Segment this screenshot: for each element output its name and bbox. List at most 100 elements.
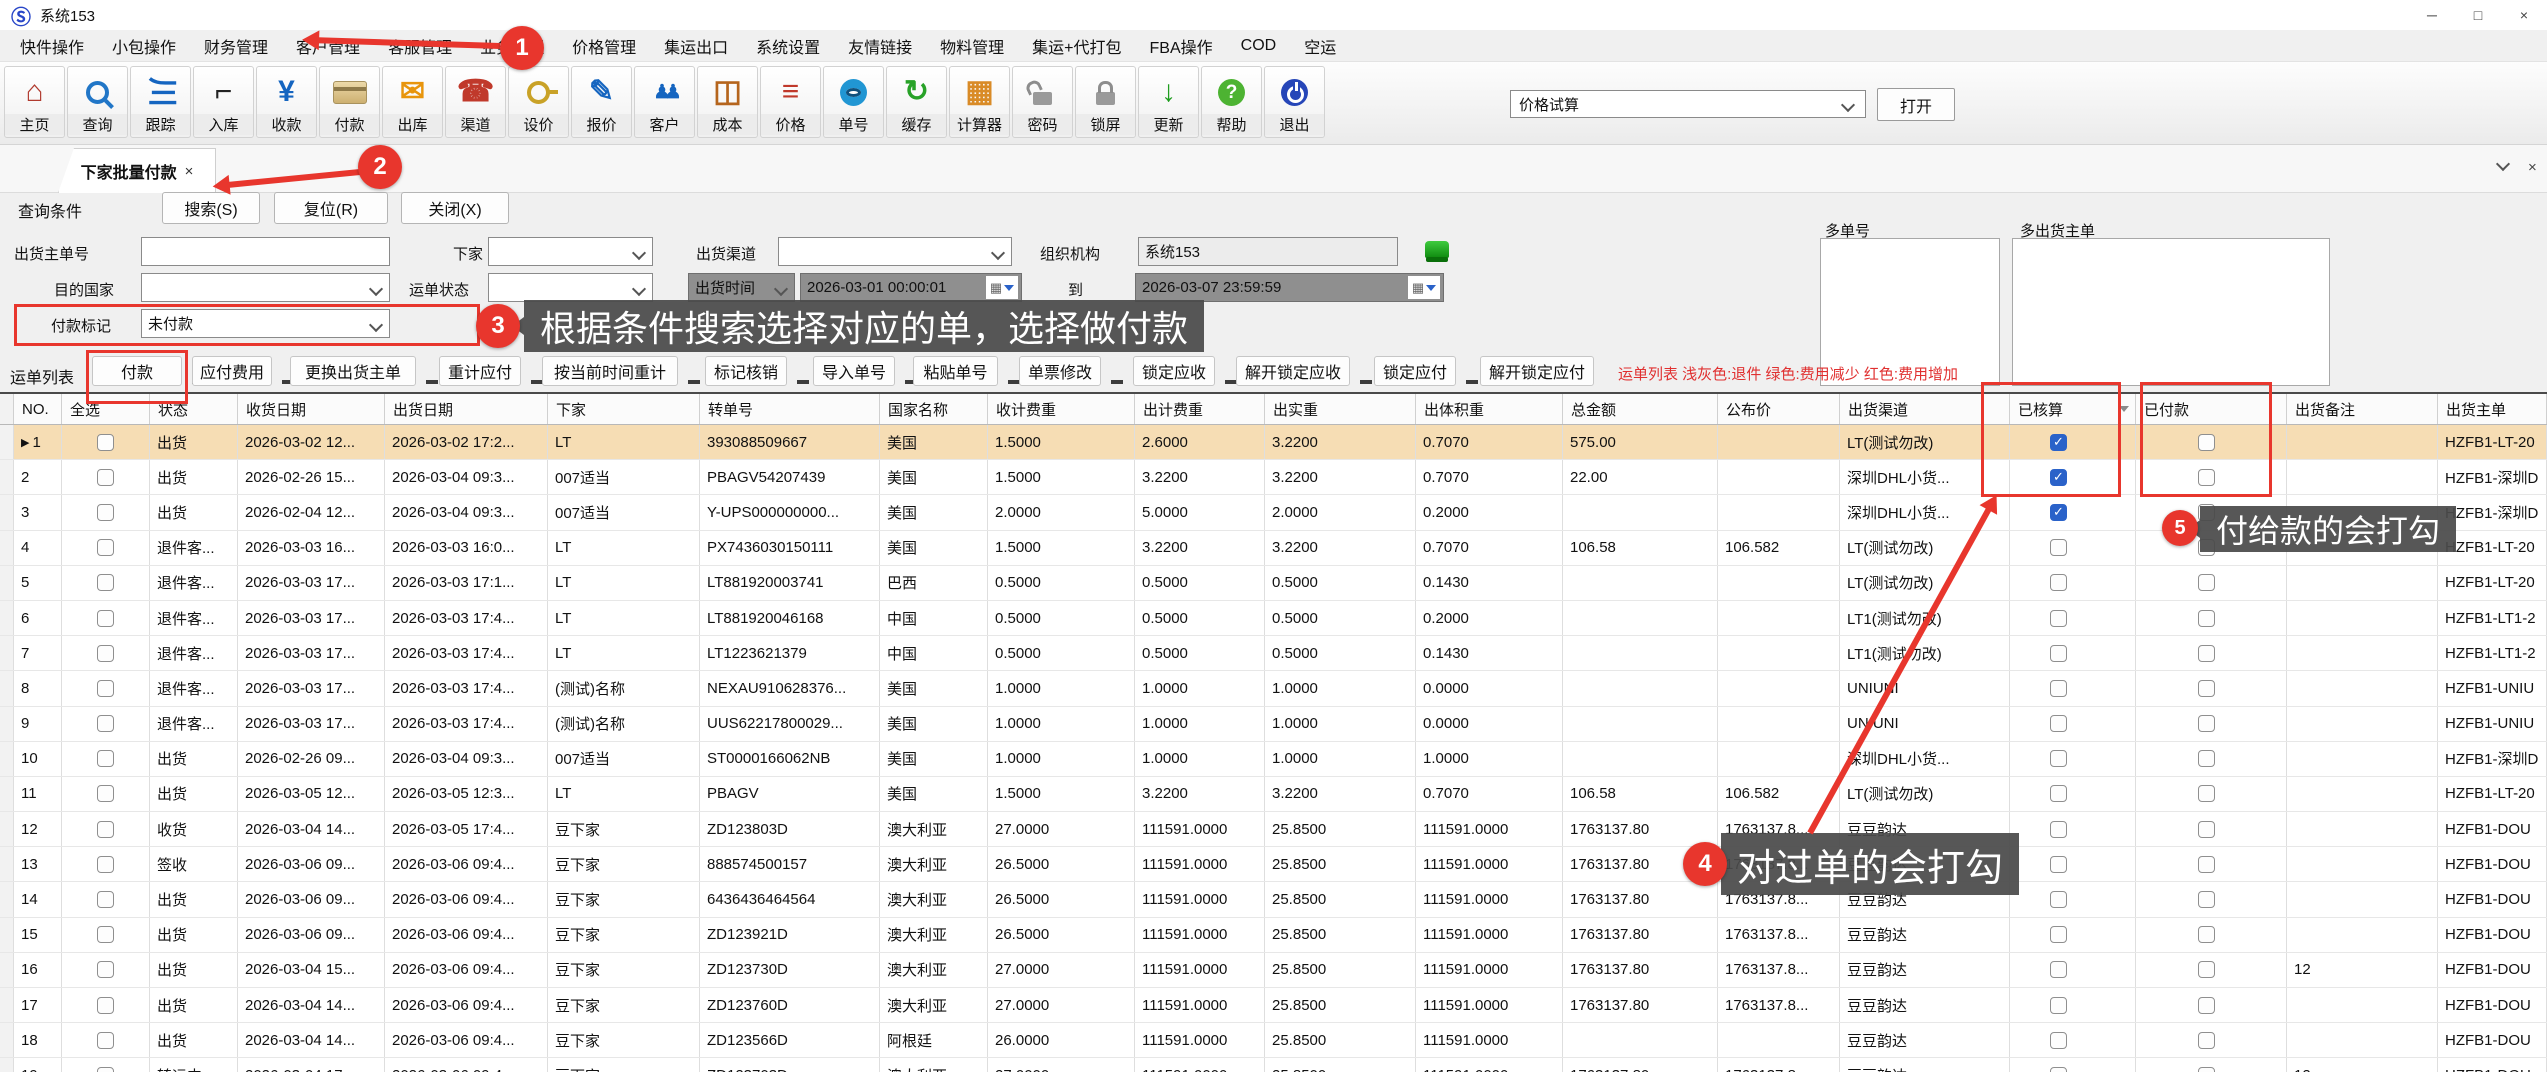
column-header-出体积重[interactable]: 出体积重 [1416,394,1563,424]
cell-已核算[interactable] [2010,671,2136,705]
cell-全选[interactable] [62,707,150,741]
table-row[interactable]: 10出货2026-02-26 09...2026-03-04 09:3...00… [0,742,2547,777]
select-checkbox[interactable] [97,821,114,838]
menu-item-3[interactable]: 财务管理 [204,34,268,58]
toolbar-查询-button[interactable]: 查询 [67,66,128,138]
menu-item-7[interactable]: 价格管理 [572,34,636,58]
settled-checkbox[interactable] [2050,785,2067,802]
cell-全选[interactable] [62,988,150,1022]
cell-全选[interactable] [62,636,150,670]
toolbar-退出-button[interactable]: 退出 [1264,66,1325,138]
select-checkbox[interactable] [97,680,114,697]
cell-全选[interactable] [62,495,150,529]
cell-已付款[interactable] [2136,566,2287,600]
column-header-出货主单[interactable]: 出货主单 [2438,394,2547,424]
menu-item-11[interactable]: 物料管理 [940,34,1004,58]
select-checkbox[interactable] [97,715,114,732]
cell-全选[interactable] [62,953,150,987]
paid-checkbox[interactable] [2198,997,2215,1014]
action-解开锁定应收-button[interactable]: 解开锁定应收 [1236,356,1350,386]
cell-已付款[interactable] [2136,953,2287,987]
paid-checkbox[interactable] [2198,785,2215,802]
toolbar-价格-button[interactable]: ≡价格 [760,66,821,138]
column-header-出实重[interactable]: 出实重 [1265,394,1416,424]
select-checkbox[interactable] [97,750,114,767]
cell-已核算[interactable] [2010,953,2136,987]
cell-已付款[interactable] [2136,1058,2287,1072]
tab-batch-downstream-payment[interactable]: 下家批量付款 × [58,148,216,193]
select-checkbox[interactable] [97,997,114,1014]
master-no-input[interactable] [141,237,390,266]
cell-已付款[interactable] [2136,707,2287,741]
toolbar-设价-button[interactable]: 设价 [508,66,569,138]
action-解开锁定应付-button[interactable]: 解开锁定应付 [1480,356,1594,386]
organization-select-icon[interactable] [1425,241,1449,258]
waybill-status-combobox[interactable] [488,273,653,302]
cell-已付款[interactable] [2136,1023,2287,1057]
cell-全选[interactable] [62,671,150,705]
table-row[interactable]: 7退件客...2026-03-03 17...2026-03-03 17:4..… [0,636,2547,671]
cell-已付款[interactable] [2136,988,2287,1022]
toolbar-付款-button[interactable]: 付款 [319,66,380,138]
toolbar-客户-button[interactable]: ♟♟客户 [634,66,695,138]
cell-已核算[interactable] [2010,566,2136,600]
calendar-picker-icon[interactable]: ▦ [986,276,1018,299]
select-checkbox[interactable] [97,610,114,627]
cell-已核算[interactable] [2010,707,2136,741]
cell-已付款[interactable] [2136,671,2287,705]
settled-checkbox[interactable] [2050,1067,2067,1072]
tab-close-icon[interactable]: × [185,163,194,180]
downstream-combobox[interactable] [488,237,653,266]
table-row[interactable]: 12收货2026-03-04 14...2026-03-05 17:4...豆下… [0,812,2547,847]
cell-已核算[interactable] [2010,847,2136,881]
channel-combobox[interactable] [778,237,1012,266]
select-checkbox[interactable] [97,1032,114,1049]
menu-item-13[interactable]: FBA操作 [1150,34,1213,58]
close-button[interactable]: × [2501,0,2547,30]
date-from-input[interactable]: 2026-03-01 00:00:01 ▦ [800,273,1022,302]
column-header-国家名称[interactable]: 国家名称 [880,394,988,424]
paid-checkbox[interactable] [2198,926,2215,943]
close-tab-button[interactable]: 关闭(X) [401,192,509,224]
paid-checkbox[interactable] [2198,1067,2215,1072]
paid-checkbox[interactable] [2198,645,2215,662]
paid-checkbox[interactable] [2198,715,2215,732]
action-粘贴单号-button[interactable]: 粘贴单号 [913,356,998,386]
settled-checkbox[interactable] [2050,504,2067,521]
select-checkbox[interactable] [97,891,114,908]
cell-已核算[interactable] [2010,742,2136,776]
search-button[interactable]: 搜索(S) [162,192,260,224]
toolbar-渠道-button[interactable]: ☎渠道 [445,66,506,138]
minimize-button[interactable]: ─ [2409,0,2455,30]
menu-item-14[interactable]: COD [1241,37,1277,55]
settled-checkbox[interactable] [2050,891,2067,908]
cell-全选[interactable] [62,425,150,459]
table-row[interactable]: 11出货2026-03-05 12...2026-03-05 12:3...LT… [0,777,2547,812]
table-row[interactable]: 9退件客...2026-03-03 17...2026-03-03 17:4..… [0,707,2547,742]
table-row[interactable]: 13签收2026-03-06 09...2026-03-06 09:4...豆下… [0,847,2547,882]
action-单票修改-button[interactable]: 单票修改 [1019,356,1101,386]
table-row[interactable]: 19转运中2026-03-04 17...2026-03-06 09:4...豆… [0,1058,2547,1072]
cell-全选[interactable] [62,812,150,846]
menu-item-12[interactable]: 集运+代打包 [1032,34,1121,58]
settled-checkbox[interactable] [2050,574,2067,591]
table-row[interactable]: 16出货2026-03-04 15...2026-03-06 09:4...豆下… [0,953,2547,988]
toolbar-主页-button[interactable]: ⌂主页 [4,66,65,138]
select-checkbox[interactable] [97,926,114,943]
open-button[interactable]: 打开 [1877,88,1955,121]
table-row[interactable]: 14出货2026-03-06 09...2026-03-06 09:4...豆下… [0,882,2547,917]
settled-checkbox[interactable] [2050,961,2067,978]
toolbar-单号-button[interactable]: 单号 [823,66,884,138]
table-row[interactable]: 8退件客...2026-03-03 17...2026-03-03 17:4..… [0,671,2547,706]
column-header-下家[interactable]: 下家 [548,394,700,424]
paid-checkbox[interactable] [2198,856,2215,873]
menu-item-2[interactable]: 小包操作 [112,34,176,58]
settled-checkbox[interactable] [2050,680,2067,697]
menu-item-1[interactable]: 快件操作 [20,34,84,58]
toolbar-收款-button[interactable]: ¥收款 [256,66,317,138]
toolbar-密码-button[interactable]: 密码 [1012,66,1073,138]
select-checkbox[interactable] [97,645,114,662]
table-row[interactable]: 15出货2026-03-06 09...2026-03-06 09:4...豆下… [0,918,2547,953]
cell-全选[interactable] [62,1058,150,1072]
column-header-出货备注[interactable]: 出货备注 [2287,394,2438,424]
